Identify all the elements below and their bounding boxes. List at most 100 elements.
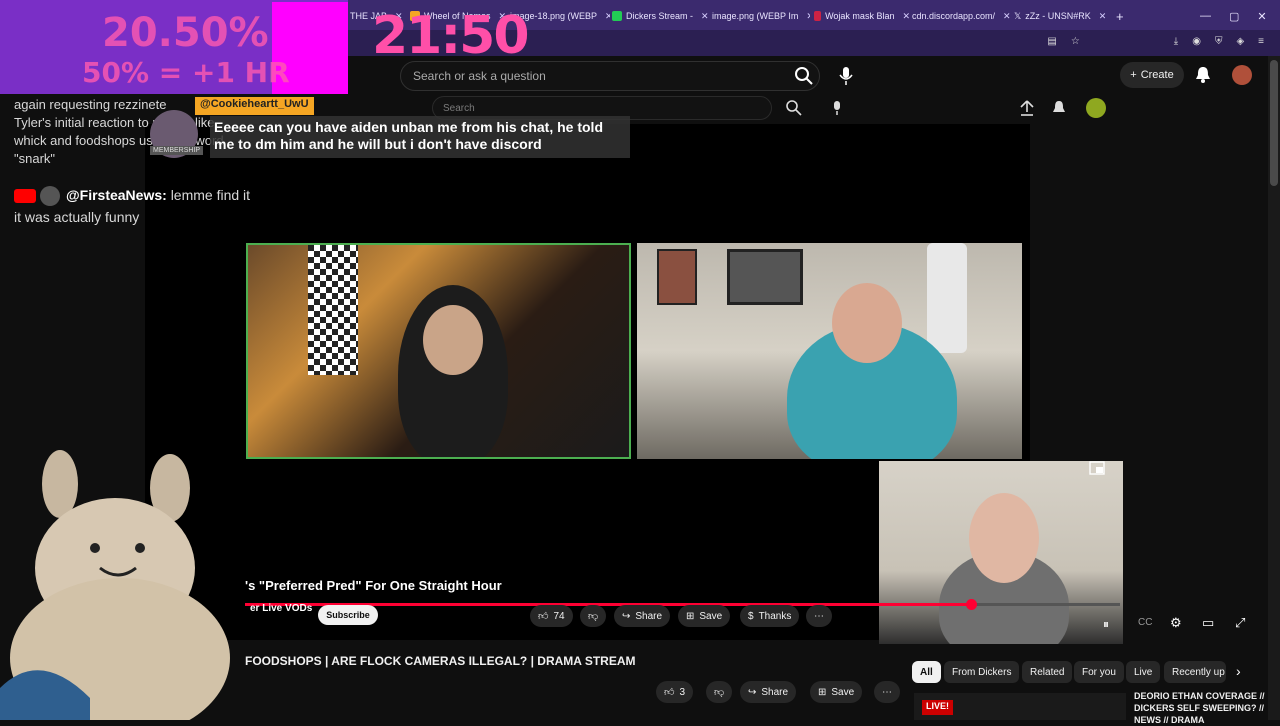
chip-from-dickers[interactable]: From Dickers <box>944 661 1020 683</box>
tab-7[interactable]: cdn.discordapp.com/ ✕ <box>912 6 1012 26</box>
chat-line: again requesting rezzinete <box>14 97 167 112</box>
percent-counter: 20.50% <box>102 10 269 56</box>
close-icon[interactable]: ✕ <box>1099 11 1107 22</box>
share-button[interactable]: ↪ Share <box>740 681 797 703</box>
more-icon: ⋯ <box>882 686 892 698</box>
x-logo-icon: 𝕏 <box>1014 10 1022 21</box>
chat-username-chip: @Cookieheartt_UwU <box>195 97 314 115</box>
like-button[interactable]: 👍︎ 74 <box>530 605 573 627</box>
tab-label: zZz - UNSN#RK <box>1025 11 1091 21</box>
mascot-character <box>0 450 230 720</box>
share-icon: ↪ <box>748 686 757 698</box>
fullscreen-icon[interactable]: ⤢ <box>1235 615 1245 631</box>
wall-frame <box>657 249 697 305</box>
scroll-thumb[interactable] <box>1270 60 1278 186</box>
subscribe-button[interactable]: Subscribe <box>318 605 378 625</box>
facecam-feed <box>879 461 1123 644</box>
chip-recently-uploaded[interactable]: Recently up <box>1164 661 1226 683</box>
theater-icon[interactable]: ▭ <box>1202 615 1214 631</box>
close-icon[interactable]: ✕ <box>701 11 709 22</box>
highlighted-chat-message: Eeeee can you have aiden unban me from h… <box>210 116 630 158</box>
star-icon[interactable]: ☆ <box>1071 36 1080 50</box>
chevron-right-icon[interactable]: › <box>1236 663 1241 679</box>
plus-icon: + <box>1130 69 1137 81</box>
menu-icon[interactable]: ≡ <box>1258 36 1264 50</box>
bookmark-icon: ⊞ <box>686 610 695 622</box>
thanks-icon: $ <box>748 610 754 622</box>
tab-label: Wojak mask Blan <box>825 11 895 21</box>
like-button[interactable]: 👍︎ 3 <box>656 681 694 703</box>
video-title-secondary[interactable]: FOODSHOPS | ARE FLOCK CAMERAS ILLEGAL? |… <box>245 654 636 668</box>
like-count: 3 <box>679 686 686 698</box>
live-video-title[interactable]: DEORIO ETHAN COVERAGE // DICKERS SELF SW… <box>1134 690 1274 726</box>
thumbs-down-icon: 👎︎ <box>588 611 599 622</box>
captions-icon[interactable]: CC <box>1138 617 1152 628</box>
settings-icon[interactable]: ⚙ <box>1170 615 1182 631</box>
chip-live[interactable]: Live <box>1126 661 1161 683</box>
tab-label: Dickers Stream - <box>626 11 694 21</box>
close-window-icon[interactable]: ✕ <box>1257 10 1266 23</box>
wall-frame <box>727 249 803 305</box>
create-button[interactable]: + Create <box>1120 62 1184 88</box>
guitar <box>927 243 967 353</box>
popout-icon[interactable] <box>1089 461 1105 475</box>
close-icon[interactable]: ✕ <box>902 11 910 22</box>
checkered-curtain <box>308 245 358 375</box>
close-icon[interactable]: ✕ <box>605 11 610 22</box>
profile-icon[interactable]: ◉ <box>1192 36 1201 50</box>
close-icon[interactable]: ✕ <box>1003 11 1011 22</box>
thumbs-down-icon: 👎︎ <box>714 687 725 698</box>
chip-for-you[interactable]: For you <box>1074 661 1124 683</box>
download-icon[interactable]: ⤓ <box>1174 36 1178 50</box>
shield-icon[interactable]: ⛨ <box>1215 36 1223 50</box>
chip-all[interactable]: All <box>912 661 941 683</box>
save-button[interactable]: ⊞ Save <box>810 681 863 703</box>
chat-username: @FirsteaNews: <box>66 187 167 203</box>
tab-5[interactable]: image.png (WEBP Im ✕ <box>712 6 810 26</box>
thumbs-up-icon: 👍︎ <box>664 687 675 698</box>
new-tab-button[interactable]: + <box>1116 6 1136 26</box>
dislike-button[interactable]: 👎︎ <box>706 681 733 703</box>
channel-name[interactable]: er Live VODs <box>250 603 312 614</box>
chip-related[interactable]: Related <box>1022 661 1073 683</box>
membership-badge: MEMBERSHIP <box>150 146 204 155</box>
bonus-label: 50% = +1 HR <box>82 56 290 89</box>
like-count: 74 <box>553 610 565 622</box>
avatar[interactable] <box>1232 65 1252 85</box>
create-label: Create <box>1140 69 1174 81</box>
reader-icon[interactable]: ▤ <box>1047 36 1056 50</box>
guest-face <box>832 283 902 363</box>
close-icon[interactable]: ✕ <box>806 11 810 22</box>
toolbar-icons: ▤ ☆ ⤓ ◉ ⛨ ◈ ≡ <box>1014 36 1264 50</box>
tab-4[interactable]: Dickers Stream - ✕ <box>612 6 710 26</box>
pause-icon[interactable]: ⏸ <box>1103 617 1109 632</box>
window-controls[interactable]: — ▢ ✕ <box>1200 6 1270 26</box>
maximize-icon[interactable]: ▢ <box>1229 10 1239 23</box>
search-icon[interactable] <box>794 66 814 86</box>
share-icon: ↪ <box>622 610 631 622</box>
mic-icon[interactable] <box>838 66 854 86</box>
minimize-icon[interactable]: — <box>1200 10 1211 22</box>
bell-icon[interactable] <box>1195 66 1211 84</box>
chat-text: lemme find it <box>170 187 251 203</box>
video-title: 's "Preferred Pred" For One Straight Hou… <box>245 578 502 593</box>
tab-8[interactable]: 𝕏zZz - UNSN#RK ✕ <box>1014 6 1114 26</box>
share-label: Share <box>635 610 663 622</box>
thanks-button[interactable]: $ Thanks <box>740 605 800 627</box>
camera-feed-left <box>246 243 631 459</box>
save-label: Save <box>699 610 723 622</box>
tab-6[interactable]: Wojak mask Blan ✕ <box>814 6 910 26</box>
more-button[interactable]: ⋯ <box>806 605 832 627</box>
extensions-icon[interactable]: ◈ <box>1236 36 1244 50</box>
kick-icon <box>612 11 622 21</box>
save-button[interactable]: ⊞ Save <box>678 605 731 627</box>
more-button[interactable]: ⋯ <box>874 681 900 703</box>
chat-avatar <box>40 186 60 206</box>
progress-scrubber[interactable] <box>966 599 977 610</box>
share-button[interactable]: ↪ Share <box>614 605 671 627</box>
thumbs-up-icon: 👍︎ <box>538 611 549 622</box>
youtube-icon <box>14 189 36 203</box>
dislike-button[interactable]: 👎︎ <box>580 605 607 627</box>
inner-mic-icon <box>834 101 840 115</box>
chat-line: it was actually funny <box>14 209 140 225</box>
